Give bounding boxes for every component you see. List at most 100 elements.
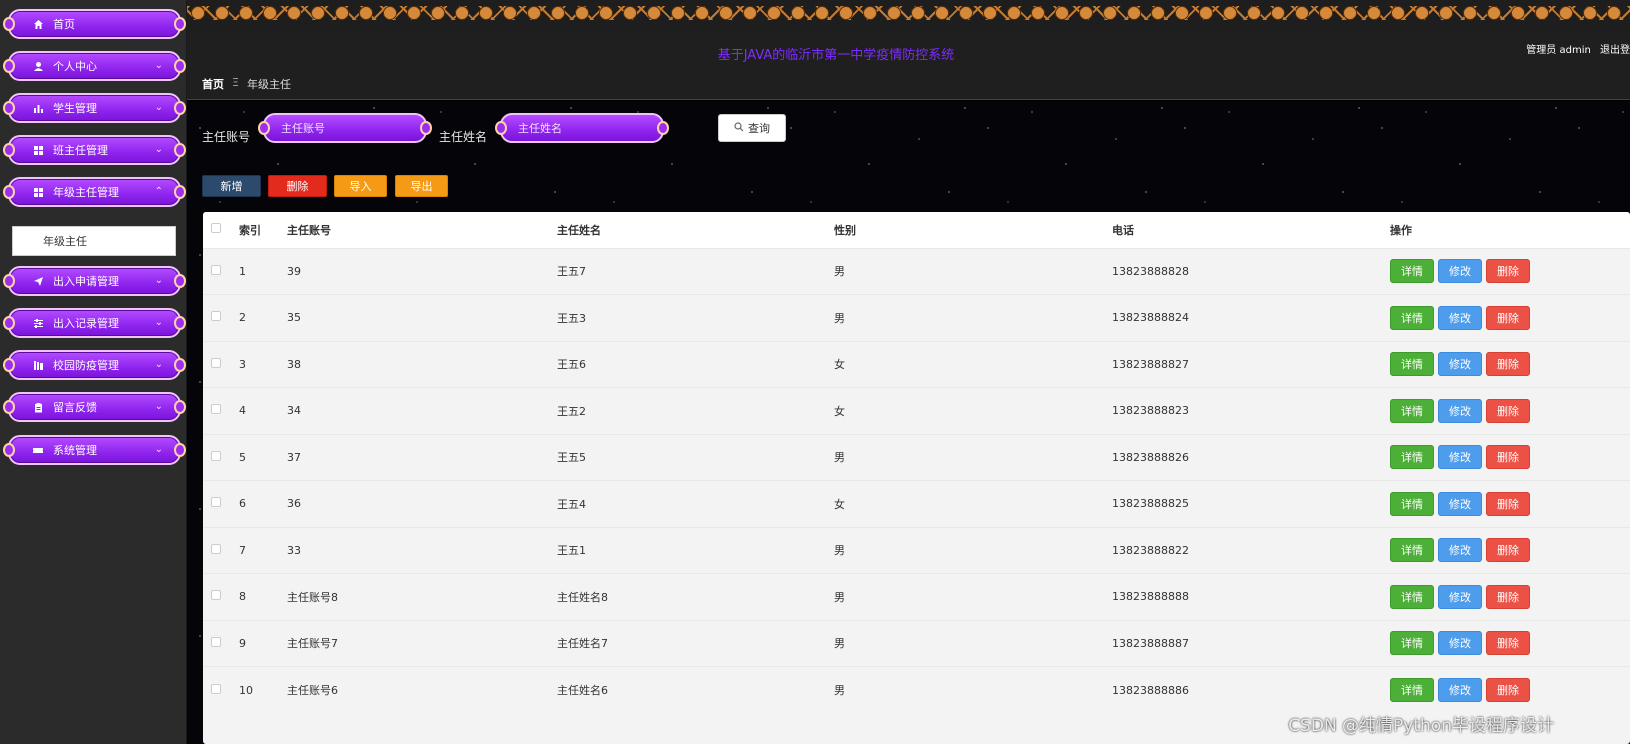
table-row: 10 主任账号6 主任姓名6 男 13823888886 详情 修改 删除	[203, 666, 1630, 714]
detail-button[interactable]: 详情	[1390, 678, 1434, 702]
sidebar-item-access-requests[interactable]: 出入申请管理 ⌄	[3, 266, 186, 296]
detail-button[interactable]: 详情	[1390, 259, 1434, 284]
row-delete-button[interactable]: 删除	[1486, 398, 1530, 423]
row-checkbox[interactable]	[211, 543, 221, 554]
name-search-input[interactable]: 主任姓名	[495, 113, 669, 143]
select-all-checkbox[interactable]	[211, 223, 221, 234]
cell-name: 王五2	[557, 404, 586, 418]
row-checkbox[interactable]	[211, 264, 221, 275]
row-delete-button[interactable]: 删除	[1486, 305, 1530, 330]
detail-button[interactable]: 详情	[1390, 445, 1434, 470]
logout-link[interactable]: 退出登	[1600, 45, 1630, 56]
name-search-placeholder: 主任姓名	[518, 122, 562, 135]
input-knot-ornament	[495, 121, 507, 135]
detail-button[interactable]: 详情	[1390, 352, 1434, 377]
sidebar-item-campus-epidemic[interactable]: 校园防疫管理 ⌄	[3, 350, 186, 380]
query-button-label: 查询	[748, 122, 770, 135]
row-checkbox[interactable]	[211, 404, 221, 415]
detail-button[interactable]: 详情	[1390, 398, 1434, 423]
row-checkbox[interactable]	[211, 450, 221, 461]
table-row: 1 39 王五7 男 13823888828 详情 修改 删除	[203, 248, 1630, 295]
add-button[interactable]: 新增	[202, 175, 261, 197]
row-delete-button[interactable]: 删除	[1486, 259, 1530, 284]
table-row: 4 34 王五2 女 13823888823 详情 修改 删除	[203, 387, 1630, 435]
cell-name: 主任姓名6	[557, 684, 608, 697]
export-button[interactable]: 导出	[395, 175, 448, 197]
row-checkbox[interactable]	[211, 357, 221, 368]
edit-button[interactable]: 修改	[1438, 352, 1482, 377]
cell-name: 主任姓名7	[557, 637, 608, 651]
detail-button[interactable]: 详情	[1390, 584, 1434, 609]
chevron-down-icon: ⌄	[154, 401, 163, 412]
chevron-up-icon: ⌃	[154, 186, 163, 197]
row-checkbox[interactable]	[211, 497, 221, 508]
detail-button[interactable]: 详情	[1390, 631, 1434, 656]
menu-knot-ornament	[3, 316, 15, 330]
detail-button[interactable]: 详情	[1390, 538, 1434, 563]
sidebar-item-grade-directors[interactable]: 年级主任管理 ⌃	[3, 177, 186, 207]
row-checkbox[interactable]	[211, 683, 221, 694]
sidebar-item-students[interactable]: 学生管理 ⌄	[3, 93, 186, 123]
breadcrumb-home[interactable]: 首页	[202, 76, 224, 92]
input-knot-ornament	[420, 121, 432, 135]
sidebar-item-home[interactable]: 首页	[3, 9, 186, 39]
sidebar-item-feedback[interactable]: 留言反馈 ⌄	[3, 392, 186, 422]
clipboard-icon	[32, 401, 44, 413]
menu-knot-ornament	[174, 316, 186, 330]
query-button[interactable]: 查询	[718, 114, 786, 142]
row-delete-button[interactable]: 删除	[1486, 538, 1530, 563]
delete-button[interactable]: 删除	[268, 175, 327, 197]
cell-gender: 男	[834, 311, 845, 325]
edit-button[interactable]: 修改	[1438, 305, 1482, 330]
header-ops: 操作	[1390, 223, 1412, 237]
chevron-down-icon: ⌄	[154, 317, 163, 328]
cell-index: 8	[239, 590, 246, 604]
table-row: 8 主任账号8 主任姓名8 男 13823888888 详情 修改 删除	[203, 573, 1630, 621]
edit-button[interactable]: 修改	[1438, 259, 1482, 284]
row-delete-button[interactable]: 删除	[1486, 631, 1530, 656]
input-knot-ornament	[657, 121, 669, 135]
detail-button[interactable]: 详情	[1390, 491, 1434, 516]
submenu-item-grade-director[interactable]: 年级主任	[12, 226, 176, 256]
cell-index: 5	[239, 450, 246, 464]
sidebar-item-label: 系统管理	[53, 444, 97, 457]
sidebar-item-access-records[interactable]: 出入记录管理 ⌄	[3, 308, 186, 338]
sidebar-item-personal-center[interactable]: 个人中心 ⌄	[3, 51, 186, 81]
row-delete-button[interactable]: 删除	[1486, 352, 1530, 377]
cell-phone: 13823888824	[1112, 311, 1189, 325]
edit-button[interactable]: 修改	[1438, 491, 1482, 516]
cell-ops: 详情 修改 删除	[1390, 527, 1630, 574]
sidebar-item-label: 个人中心	[53, 60, 97, 73]
menu-knot-ornament	[174, 274, 186, 288]
edit-button[interactable]: 修改	[1438, 678, 1482, 702]
user-role: 管理员 admin	[1526, 45, 1591, 56]
detail-button[interactable]: 详情	[1390, 305, 1434, 330]
sidebar-item-system[interactable]: 系统管理 ⌄	[3, 435, 186, 465]
cell-gender: 男	[834, 451, 845, 465]
row-delete-button[interactable]: 删除	[1486, 491, 1530, 516]
row-checkbox[interactable]	[211, 311, 221, 322]
cell-index: 9	[239, 636, 246, 650]
sidebar-item-head-teachers[interactable]: 班主任管理 ⌄	[3, 135, 186, 165]
row-delete-button[interactable]: 删除	[1486, 584, 1530, 609]
cell-account: 34	[287, 404, 301, 418]
edit-button[interactable]: 修改	[1438, 631, 1482, 656]
edit-button[interactable]: 修改	[1438, 538, 1482, 563]
row-delete-button[interactable]: 删除	[1486, 445, 1530, 470]
edit-button[interactable]: 修改	[1438, 398, 1482, 423]
row-delete-button[interactable]: 删除	[1486, 678, 1530, 702]
import-button[interactable]: 导入	[334, 175, 387, 197]
cell-name: 王五3	[557, 311, 586, 325]
row-checkbox[interactable]	[211, 636, 221, 647]
edit-button[interactable]: 修改	[1438, 445, 1482, 470]
sidebar-item-label: 班主任管理	[53, 144, 108, 157]
cell-phone: 13823888887	[1112, 636, 1189, 650]
row-checkbox[interactable]	[211, 590, 221, 601]
header: 基于JAVA的临沂市第一中学疫情防控系统 管理员 admin 退出登 首页 Ξ …	[187, 32, 1630, 100]
sidebar-item-label: 校园防疫管理	[53, 359, 119, 372]
edit-button[interactable]: 修改	[1438, 584, 1482, 609]
main-content: 主任账号 主任账号 主任姓名 主任姓名 查询 新增 删除 导入 导出 索引 主任…	[187, 101, 1630, 744]
account-search-input[interactable]: 主任账号	[258, 113, 432, 143]
cell-ops: 详情 修改 删除	[1390, 388, 1630, 435]
cell-gender: 女	[834, 497, 845, 511]
